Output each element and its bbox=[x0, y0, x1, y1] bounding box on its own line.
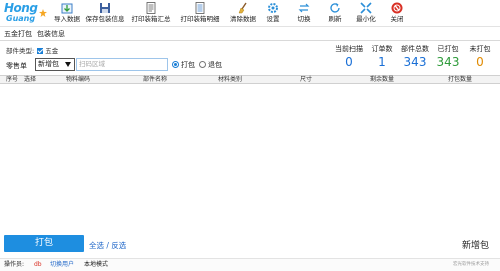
close-button[interactable]: 关闭 bbox=[387, 2, 407, 26]
dropdown-arrow-icon bbox=[65, 62, 71, 67]
select-all-link[interactable]: 全选 / 反选 bbox=[89, 240, 126, 251]
table-body[interactable] bbox=[0, 84, 500, 234]
col-select[interactable]: 选择 bbox=[24, 76, 36, 84]
tab-hardware-pack[interactable]: 五金打包 bbox=[4, 29, 32, 39]
print-detail-icon bbox=[195, 2, 205, 14]
scan-input[interactable]: 扫码区域 bbox=[76, 58, 168, 71]
table-header: 序号 选择 物料编码 部件名称 材料类别 尺寸 剩余数量 打包数量 bbox=[0, 75, 500, 84]
status-bar: 操作员: db 切换用户 本地模式 宏光软件技术支持 bbox=[0, 258, 500, 271]
import-data-button[interactable]: 导入数据 bbox=[52, 2, 82, 26]
import-icon bbox=[61, 3, 73, 14]
switch-button[interactable]: 切换 bbox=[294, 2, 314, 26]
col-index[interactable]: 序号 bbox=[6, 76, 18, 84]
logo-text-2: Guang bbox=[6, 14, 36, 23]
switch-user-link[interactable]: 切换用户 bbox=[50, 259, 74, 271]
package-mode-select[interactable]: 新增包 bbox=[35, 58, 75, 71]
radio-unpack[interactable]: 退包 bbox=[199, 60, 222, 70]
toolbar: Hong Guang 导入数据 保存包装信息 打印装箱汇总 打印装箱明细 清除数… bbox=[0, 0, 500, 27]
minimize-icon bbox=[360, 2, 372, 14]
broom-icon bbox=[238, 2, 247, 14]
col-pack-qty[interactable]: 打包数量 bbox=[448, 76, 472, 84]
radio-unpack-indicator bbox=[199, 61, 206, 68]
gear-icon bbox=[268, 3, 278, 13]
app-logo: Hong Guang bbox=[2, 1, 48, 26]
hardware-checkbox-label: 五金 bbox=[45, 47, 59, 55]
col-part-name[interactable]: 部件名称 bbox=[143, 76, 167, 84]
print-summary-icon bbox=[146, 2, 156, 14]
save-icon bbox=[100, 3, 110, 13]
radio-pack-label: 打包 bbox=[181, 61, 195, 69]
radio-unpack-label: 退包 bbox=[208, 61, 222, 69]
switch-icon bbox=[298, 3, 310, 13]
stat-unpacked-label: 未打包 bbox=[469, 45, 491, 53]
scan-placeholder: 扫码区域 bbox=[79, 60, 105, 68]
radio-pack-indicator bbox=[172, 61, 179, 68]
radio-pack[interactable]: 打包 bbox=[172, 60, 195, 70]
tab-package-info[interactable]: 包装信息 bbox=[37, 29, 65, 39]
col-material-code[interactable]: 物料编码 bbox=[66, 76, 90, 84]
refresh-icon bbox=[330, 3, 340, 13]
stat-unpacked-value: 0 bbox=[476, 55, 484, 69]
col-material-type[interactable]: 材料类别 bbox=[218, 76, 242, 84]
part-type-label: 部件类型: bbox=[6, 47, 35, 55]
minimize-button[interactable]: 最小化 bbox=[354, 2, 378, 26]
pack-button[interactable]: 打包 bbox=[4, 235, 84, 252]
operator-value: db bbox=[34, 261, 42, 268]
part-type-filter: 部件类型: 五金 bbox=[6, 45, 58, 55]
save-package-info-button[interactable]: 保存包装信息 bbox=[84, 2, 126, 26]
col-remaining-qty[interactable]: 剩余数量 bbox=[370, 76, 394, 84]
logo-text-1: Hong bbox=[4, 1, 38, 15]
print-summary-button[interactable]: 打印装箱汇总 bbox=[131, 2, 171, 26]
retail-order-label: 零售单 bbox=[6, 62, 27, 70]
current-mode-label: 新增包 bbox=[462, 241, 490, 251]
print-detail-button[interactable]: 打印装箱明细 bbox=[180, 2, 220, 26]
tab-divider bbox=[0, 40, 500, 41]
star-icon bbox=[39, 9, 47, 17]
col-size[interactable]: 尺寸 bbox=[300, 76, 312, 84]
package-mode-value: 新增包 bbox=[38, 60, 59, 68]
clear-data-button[interactable]: 清除数据 bbox=[228, 2, 258, 26]
settings-button[interactable]: 设置 bbox=[263, 2, 283, 26]
mode-text: 本地模式 bbox=[84, 261, 109, 268]
operator-label: 操作员: bbox=[4, 261, 25, 268]
refresh-button[interactable]: 刷新 bbox=[325, 2, 345, 26]
support-text: 宏光软件技术支持 bbox=[453, 262, 489, 267]
hardware-checkbox[interactable] bbox=[37, 48, 44, 54]
close-icon bbox=[391, 2, 403, 14]
